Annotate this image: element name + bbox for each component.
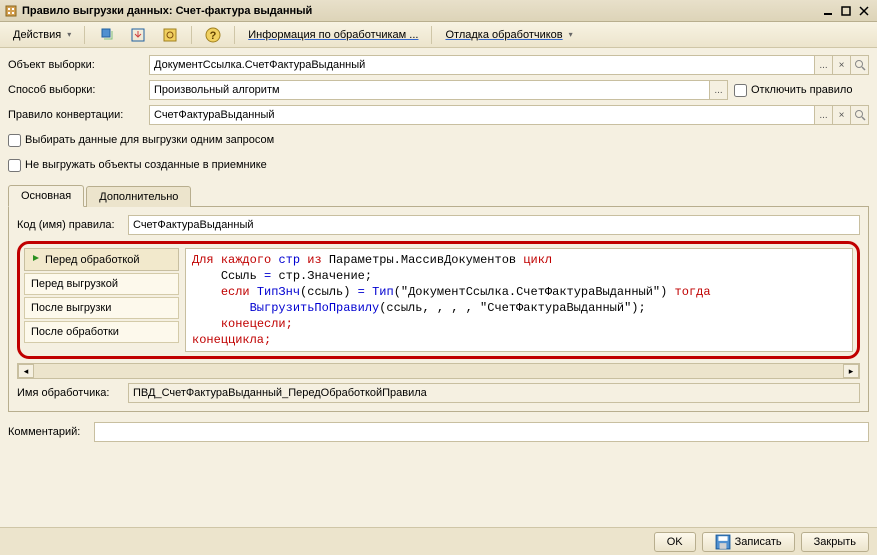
toolbar-button-3[interactable] bbox=[155, 25, 185, 45]
disable-rule-checkbox[interactable] bbox=[734, 84, 747, 97]
maximize-button[interactable] bbox=[837, 3, 855, 19]
ok-button[interactable]: OK bbox=[654, 532, 696, 552]
close-footer-button[interactable]: Закрыть bbox=[801, 532, 869, 552]
event-after-processing[interactable]: После обработки bbox=[24, 321, 179, 343]
tab-main[interactable]: Основная bbox=[8, 185, 84, 207]
single-query-checkbox-wrap[interactable]: Выбирать данные для выгрузки одним запро… bbox=[8, 134, 274, 147]
method-input[interactable] bbox=[150, 84, 709, 96]
refresh-icon bbox=[98, 27, 114, 43]
rule-code-label: Код (имя) правила: bbox=[17, 219, 122, 231]
single-query-label: Выбирать данные для выгрузки одним запро… bbox=[25, 134, 274, 146]
object-ellipsis-button[interactable]: ... bbox=[814, 56, 832, 74]
help-icon: ? bbox=[205, 27, 221, 43]
object-clear-button[interactable]: × bbox=[832, 56, 850, 74]
method-label: Способ выборки: bbox=[8, 84, 143, 96]
event-before-export-label: Перед выгрузкой bbox=[31, 278, 118, 290]
tab-content: Код (имя) правила: Перед обработкой Пере… bbox=[8, 207, 869, 412]
convert-rule-input[interactable] bbox=[150, 109, 814, 121]
event-before-processing-label: Перед обработкой bbox=[45, 254, 140, 266]
scroll-left-button[interactable]: ◂ bbox=[18, 364, 34, 378]
event-after-processing-label: После обработки bbox=[31, 326, 119, 338]
object-lookup-button[interactable] bbox=[850, 56, 868, 74]
help-button[interactable]: ? bbox=[198, 25, 228, 45]
save-label: Записать bbox=[735, 536, 782, 548]
method-input-wrap: ... bbox=[149, 80, 728, 100]
settings-icon bbox=[162, 27, 178, 43]
event-after-export-label: После выгрузки bbox=[31, 302, 111, 314]
footer: OK Записать Закрыть bbox=[0, 527, 877, 555]
actions-label: Действия bbox=[13, 29, 61, 41]
close-label: Закрыть bbox=[814, 536, 856, 548]
dont-export-label: Не выгружать объекты созданные в приемни… bbox=[25, 159, 267, 171]
save-button[interactable]: Записать bbox=[702, 532, 795, 552]
handler-name-input-wrap bbox=[128, 383, 860, 403]
dont-export-checkbox[interactable] bbox=[8, 159, 21, 172]
convert-rule-label: Правило конвертации: bbox=[8, 109, 143, 121]
rule-code-input[interactable] bbox=[128, 215, 860, 235]
titlebar: Правило выгрузки данных: Счет-фактура вы… bbox=[0, 0, 877, 22]
single-query-checkbox[interactable] bbox=[8, 134, 21, 147]
comment-input-wrap bbox=[94, 422, 869, 442]
minimize-button[interactable] bbox=[819, 3, 837, 19]
handler-name-input bbox=[129, 387, 859, 399]
code-editor[interactable]: Для каждого стр из Параметры.МассивДокум… bbox=[185, 248, 853, 352]
toolbar: Действия ? Информация по обработчикам ..… bbox=[0, 22, 877, 48]
object-input[interactable] bbox=[150, 59, 814, 71]
comment-row: Комментарий: bbox=[0, 418, 877, 446]
highlighted-section: Перед обработкой Перед выгрузкой После в… bbox=[17, 241, 860, 359]
export-icon bbox=[130, 27, 146, 43]
convert-rule-ellipsis-button[interactable]: ... bbox=[814, 106, 832, 124]
convert-rule-input-wrap: ... × bbox=[149, 105, 869, 125]
convert-rule-clear-button[interactable]: × bbox=[832, 106, 850, 124]
svg-text:?: ? bbox=[210, 30, 217, 42]
object-label: Объект выборки: bbox=[8, 59, 143, 71]
tab-additional[interactable]: Дополнительно bbox=[86, 186, 191, 207]
event-after-export[interactable]: После выгрузки bbox=[24, 297, 179, 319]
code-horizontal-scrollbar[interactable]: ◂ ▸ bbox=[17, 363, 860, 379]
object-input-wrap: ... × bbox=[149, 55, 869, 75]
debug-handlers-label: Отладка обработчиков bbox=[445, 29, 562, 41]
dont-export-checkbox-wrap[interactable]: Не выгружать объекты созданные в приемни… bbox=[8, 159, 267, 172]
toolbar-button-1[interactable] bbox=[91, 25, 121, 45]
event-before-export[interactable]: Перед выгрузкой bbox=[24, 273, 179, 295]
handlers-info-button[interactable]: Информация по обработчикам ... bbox=[241, 25, 425, 45]
disable-rule-checkbox-wrap[interactable]: Отключить правило bbox=[734, 84, 869, 97]
actions-menu[interactable]: Действия bbox=[6, 25, 78, 45]
scroll-right-button[interactable]: ▸ bbox=[843, 364, 859, 378]
ok-label: OK bbox=[667, 536, 683, 548]
event-list: Перед обработкой Перед выгрузкой После в… bbox=[24, 248, 179, 352]
debug-handlers-menu[interactable]: Отладка обработчиков bbox=[438, 25, 579, 45]
save-icon bbox=[715, 534, 731, 550]
window-icon bbox=[4, 4, 18, 18]
disable-rule-label: Отключить правило bbox=[751, 84, 853, 96]
event-before-processing[interactable]: Перед обработкой bbox=[24, 248, 179, 271]
convert-rule-lookup-button[interactable] bbox=[850, 106, 868, 124]
method-ellipsis-button[interactable]: ... bbox=[709, 81, 727, 99]
handlers-info-label: Информация по обработчикам ... bbox=[248, 29, 418, 41]
comment-input[interactable] bbox=[95, 426, 868, 438]
main-content: Объект выборки: ... × Способ выборки: ..… bbox=[0, 48, 877, 418]
handler-name-label: Имя обработчика: bbox=[17, 387, 122, 399]
toolbar-button-2[interactable] bbox=[123, 25, 153, 45]
tabstrip: Основная Дополнительно bbox=[8, 184, 869, 207]
window-title: Правило выгрузки данных: Счет-фактура вы… bbox=[22, 5, 819, 17]
event-active-icon bbox=[31, 253, 41, 266]
comment-label: Комментарий: bbox=[8, 426, 88, 438]
close-button[interactable] bbox=[855, 3, 873, 19]
